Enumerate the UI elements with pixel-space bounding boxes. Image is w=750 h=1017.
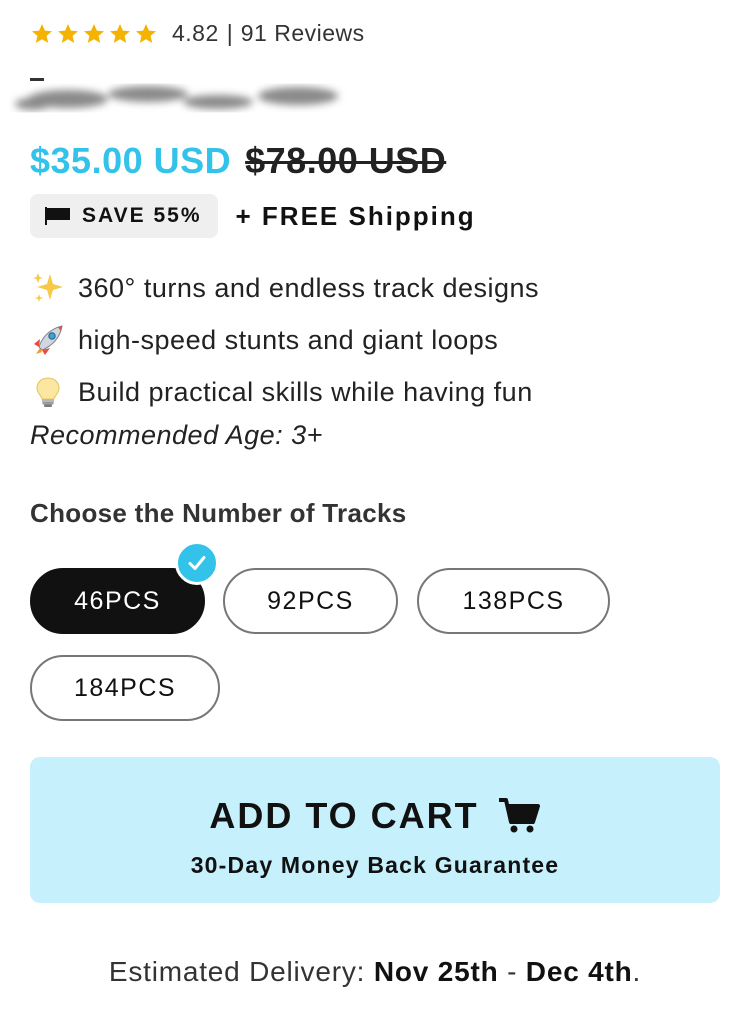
save-percentage: SAVE 55% (82, 204, 202, 227)
lightbulb-icon (36, 377, 60, 407)
star-rating (30, 22, 158, 46)
star-icon (58, 23, 78, 43)
star-icon (110, 23, 130, 43)
feature-item: high-speed stunts and giant loops (30, 314, 539, 366)
save-badge: SAVE 55% (30, 194, 218, 238)
delivery-suffix: . (632, 956, 642, 987)
star-icon (136, 23, 156, 43)
feature-item: Build practical skills while having fun (30, 366, 539, 418)
selected-check-icon (175, 541, 219, 585)
feature-item: 360° turns and endless track designs (30, 262, 539, 314)
sparkles-icon (33, 273, 63, 302)
tracks-heading: Choose the Number of Tracks (30, 498, 407, 528)
add-to-cart-label: ADD TO CART (209, 795, 479, 836)
feature-list: 360° turns and endless track designs hig… (30, 262, 539, 418)
flag-icon (45, 207, 70, 225)
star-icon (32, 23, 52, 43)
delivery-start-date: Nov 25th (373, 956, 499, 987)
feature-text: high-speed stunts and giant loops (78, 324, 499, 355)
delivery-end-date: Dec 4th (525, 956, 633, 987)
feature-text: Build practical skills while having fun (78, 376, 533, 407)
price-row: $35.00 USD $78.00 USD (30, 140, 446, 182)
reviews-link[interactable]: 91 Reviews (241, 20, 365, 47)
option-46pcs[interactable]: 46PCS (30, 568, 205, 634)
delivery-prefix: Estimated Delivery: (108, 956, 366, 987)
money-back-guarantee: 30-Day Money Back Guarantee (190, 852, 560, 878)
recommended-age: Recommended Age: 3+ (30, 420, 323, 450)
feature-text: 360° turns and endless track designs (78, 272, 540, 303)
save-row: SAVE 55% + FREE Shipping (30, 194, 476, 238)
rocket-icon (34, 325, 63, 355)
delivery-dash: - (507, 956, 518, 987)
rating-separator: | (226, 20, 233, 46)
estimated-delivery: Estimated Delivery: Nov 25th - Dec 4th. (0, 956, 750, 988)
rating-row: 4.82 | 91 Reviews (30, 20, 365, 47)
add-to-cart-button[interactable]: ADD TO CART 30-Day Money Back Guarantee (30, 757, 720, 903)
option-92pcs[interactable]: 92PCS (223, 568, 398, 634)
rating-score: 4.82 (172, 20, 219, 46)
blurred-product-title (15, 78, 338, 110)
free-shipping-text: + FREE Shipping (235, 200, 476, 231)
option-184pcs[interactable]: 184PCS (30, 655, 220, 721)
original-price: $78.00 USD (245, 140, 447, 181)
star-icon (84, 23, 104, 43)
cart-icon (498, 798, 540, 833)
option-138pcs[interactable]: 138PCS (417, 568, 610, 634)
current-price: $35.00 USD (30, 140, 232, 181)
